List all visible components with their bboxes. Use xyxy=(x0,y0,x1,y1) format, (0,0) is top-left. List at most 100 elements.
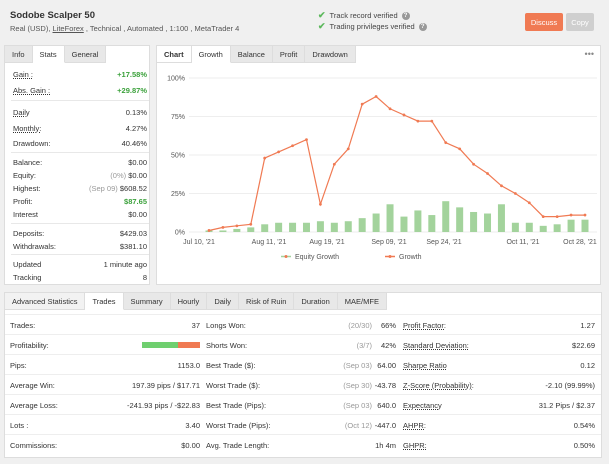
stats-row: Pips: 1153.0 Best Trade ($): (Sep 03) 64… xyxy=(5,354,601,374)
trades-value: 37 xyxy=(191,321,200,330)
growth-point xyxy=(277,150,281,154)
info-icon[interactable]: ? xyxy=(418,22,427,31)
growth-point xyxy=(527,201,531,205)
equity-growth-bar xyxy=(372,213,380,232)
growth-point xyxy=(346,147,350,151)
expectancy-label[interactable]: Expectancy xyxy=(403,401,442,410)
deposits-label: Deposits: xyxy=(13,228,45,238)
profit-row: Profit: $87.65 xyxy=(13,196,147,206)
ahpr-label[interactable]: AHPR: xyxy=(403,421,426,430)
growth-point xyxy=(486,172,489,175)
balance-value: $0.00 xyxy=(128,157,147,167)
tab-general[interactable]: General xyxy=(64,46,107,63)
tab-daily[interactable]: Daily xyxy=(207,293,239,310)
chart-panel: Chart Growth Balance Profit Drawdown •••… xyxy=(156,45,601,285)
check-icon: ✔ xyxy=(318,10,326,20)
tab-trades[interactable]: Trades xyxy=(85,293,124,310)
growth-point xyxy=(249,222,253,226)
average-loss-label: Average Loss: xyxy=(10,401,58,410)
commissions-value: $0.00 xyxy=(181,441,200,450)
header: Sodobe Scalper 50 Real (USD), LiteForex … xyxy=(0,0,609,40)
tab-info[interactable]: Info xyxy=(5,46,33,63)
system-title: Sodobe Scalper 50 xyxy=(10,10,96,21)
daily-label[interactable]: Daily xyxy=(13,108,30,117)
sharpe-ratio-label[interactable]: Sharpe Ratio xyxy=(403,361,447,370)
gain-row: Gain : +17.58% xyxy=(13,69,147,79)
equity-growth-bar xyxy=(484,213,492,232)
monthly-label[interactable]: Monthly: xyxy=(13,124,41,133)
growth-point xyxy=(430,119,434,123)
equity-percent: (0%) xyxy=(110,170,127,180)
growth-point xyxy=(472,162,475,166)
legend-equity-growth: Equity Growth xyxy=(295,254,339,261)
tracking-label: Tracking xyxy=(13,272,42,282)
legend-dot xyxy=(388,255,392,258)
profit-label: Profit: xyxy=(13,196,33,206)
equity-label: Equity: xyxy=(13,170,36,180)
stats-row: Commissions: $0.00 Avg. Trade Length: 1h… xyxy=(5,434,601,454)
best-trade-usd-label: Best Trade ($): xyxy=(206,361,256,370)
profitability-bar xyxy=(142,342,200,348)
y-tick-label: 50% xyxy=(171,153,185,160)
track-record-verified: ✔ Track record verified ? xyxy=(318,10,410,21)
discuss-button[interactable]: Discuss xyxy=(525,13,563,31)
broker-link[interactable]: LiteForex xyxy=(53,24,84,33)
advanced-statistics-panel: Advanced Statistics Trades Summary Hourl… xyxy=(4,292,602,458)
check-icon: ✔ xyxy=(318,21,326,31)
growth-point xyxy=(291,144,294,148)
equity-growth-bar xyxy=(261,224,269,232)
best-trade-pips-value: 640.0 xyxy=(377,401,396,410)
longs-won-label: Longs Won: xyxy=(206,321,246,330)
growth-point xyxy=(207,229,211,232)
growth-point xyxy=(416,119,420,123)
info-icon[interactable]: ? xyxy=(401,11,410,20)
expectancy-value: 31.2 Pips / $2.37 xyxy=(538,401,595,410)
ghpr-label[interactable]: GHPR: xyxy=(403,441,427,450)
gain-label[interactable]: Gain : xyxy=(13,70,33,79)
standard-deviation-value: $22.69 xyxy=(572,341,595,350)
x-tick-label: Oct 11, '21 xyxy=(506,239,539,246)
tab-risk-of-ruin[interactable]: Risk of Ruin xyxy=(238,293,295,310)
best-trade-pips-date: (Sep 03) xyxy=(343,401,372,410)
growth-point xyxy=(555,215,559,219)
tab-stats[interactable]: Stats xyxy=(32,46,65,63)
tab-hourly[interactable]: Hourly xyxy=(170,293,208,310)
stats-row: Profitability: Shorts Won: (3/7) 42% Sta… xyxy=(5,334,601,354)
info-tabs: Info Stats General xyxy=(5,46,107,63)
drawdown-row: Drawdown: 40.46% xyxy=(13,138,147,148)
trading-privileges-verified: ✔ Trading privileges verified ? xyxy=(318,21,427,32)
best-trade-usd-value: 64.00 xyxy=(377,361,396,370)
highest-date: (Sep 09) xyxy=(89,183,118,193)
average-win-label: Average Win: xyxy=(10,381,55,390)
verify-label: Trading privileges verified xyxy=(329,22,415,31)
tab-duration[interactable]: Duration xyxy=(294,293,338,310)
tab-summary[interactable]: Summary xyxy=(123,293,171,310)
standard-deviation-label[interactable]: Standard Deviation: xyxy=(403,341,469,350)
z-score-label[interactable]: Z-Score (Probability): xyxy=(403,381,474,390)
trades-label: Trades: xyxy=(10,321,36,330)
copy-button[interactable]: Copy xyxy=(566,13,594,31)
profit-factor-label[interactable]: Profit Factor: xyxy=(403,321,446,330)
stats-tabs: Advanced Statistics Trades Summary Hourl… xyxy=(5,293,387,310)
pips-value: 1153.0 xyxy=(177,361,200,370)
legend-growth: Growth xyxy=(399,254,422,261)
equity-growth-bar xyxy=(553,224,561,232)
drawdown-label: Drawdown: xyxy=(13,138,51,148)
longs-won-count: (20/30) xyxy=(348,321,372,330)
equity-growth-bar xyxy=(539,225,547,232)
tab-mae-mfe[interactable]: MAE/MFE xyxy=(337,293,387,310)
abs-gain-label[interactable]: Abs. Gain : xyxy=(13,86,50,95)
verify-label: Track record verified xyxy=(329,11,398,20)
profitability-win-segment xyxy=(142,342,178,348)
interest-row: Interest $0.00 xyxy=(13,209,147,219)
equity-row: Equity: (0%) $0.00 xyxy=(13,170,147,180)
equity-growth-bar xyxy=(358,218,366,232)
daily-value: 0.13% xyxy=(125,107,147,117)
growth-point xyxy=(583,213,587,217)
equity-growth-bar xyxy=(497,204,505,232)
profitability-loss-segment xyxy=(178,342,200,348)
divider xyxy=(11,223,149,224)
x-tick-label: Aug 11, '21 xyxy=(252,239,287,246)
y-tick-label: 100% xyxy=(167,76,185,83)
y-tick-label: 0% xyxy=(175,230,185,237)
